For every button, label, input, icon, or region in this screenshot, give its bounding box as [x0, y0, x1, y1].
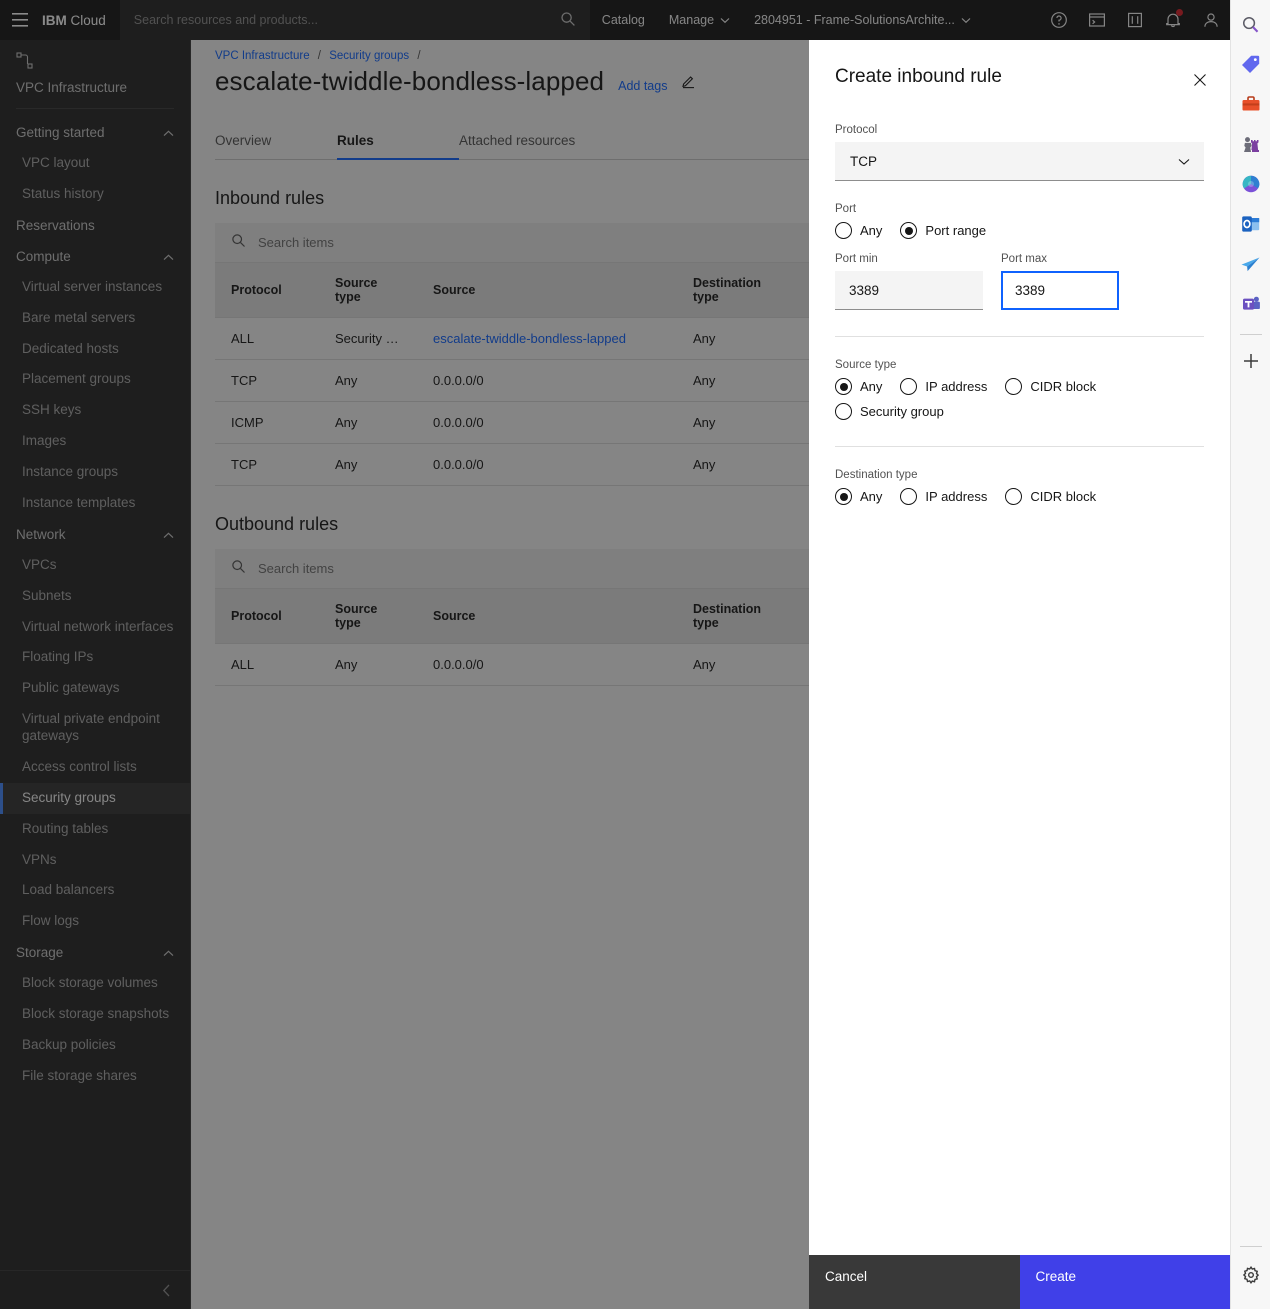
chevron-down-icon [1178, 154, 1190, 169]
panel-body: Protocol TCP Port Any Port range Port min [809, 94, 1230, 1255]
toolbox-icon[interactable] [1235, 88, 1267, 120]
destination-type-radio-group: Any IP address CIDR block [835, 488, 1204, 505]
shopping-tag-icon[interactable] [1235, 48, 1267, 80]
outlook-icon[interactable] [1235, 208, 1267, 240]
source-type-radio-group: Any IP address CIDR block Security group [835, 378, 1204, 420]
source-type-label: Source type [835, 359, 1204, 371]
port-max-input[interactable] [1001, 271, 1119, 310]
radio-label: CIDR block [1030, 489, 1096, 504]
source-type-radio-ip-address[interactable]: IP address [900, 378, 987, 395]
destination-type-group: Destination type Any IP address CIDR block [835, 469, 1204, 505]
protocol-value: TCP [850, 154, 877, 169]
radio-indicator [835, 488, 852, 505]
source-type-group: Source type Any IP address CIDR block Secur… [835, 359, 1204, 420]
destination-type-radio-any[interactable]: Any [835, 488, 882, 505]
cancel-button[interactable]: Cancel [809, 1255, 1020, 1309]
radio-indicator [1005, 378, 1022, 395]
gear-icon[interactable] [1235, 1259, 1267, 1291]
microsoft-365-icon[interactable] [1235, 168, 1267, 200]
microsoft-teams-icon[interactable] [1235, 288, 1267, 320]
port-group: Port Any Port range Port min Port max [835, 203, 1204, 310]
radio-indicator [900, 488, 917, 505]
rail-bottom [1231, 1240, 1270, 1299]
port-label: Port [835, 203, 1204, 215]
send-plane-icon[interactable] [1235, 248, 1267, 280]
radio-indicator [900, 378, 917, 395]
port-min-label: Port min [835, 253, 983, 265]
port-radio-group: Any Port range [835, 222, 1204, 239]
radio-label: IP address [925, 489, 987, 504]
browser-sidebar [1230, 0, 1270, 1309]
panel-divider [835, 446, 1204, 447]
panel-title: Create inbound rule [835, 66, 1002, 88]
protocol-group: Protocol TCP [835, 124, 1204, 181]
port-range-inputs: Port min Port max [835, 253, 1204, 310]
radio-indicator [1005, 488, 1022, 505]
port-radio-any[interactable]: Any [835, 222, 882, 239]
destination-type-radio-ip-address[interactable]: IP address [900, 488, 987, 505]
panel-header: Create inbound rule [809, 40, 1230, 94]
panel-footer: Cancel Create [809, 1255, 1230, 1309]
close-icon[interactable] [1186, 66, 1214, 94]
protocol-label: Protocol [835, 124, 1204, 136]
source-type-radio-cidr-block[interactable]: CIDR block [1005, 378, 1096, 395]
port-radio-port-range[interactable]: Port range [900, 222, 986, 239]
radio-indicator [835, 378, 852, 395]
port-max-col: Port max [1001, 253, 1149, 310]
port-min-input[interactable] [835, 271, 983, 310]
radio-indicator [835, 403, 852, 420]
create-button[interactable]: Create [1020, 1255, 1231, 1309]
port-max-label: Port max [1001, 253, 1149, 265]
radio-label: Port range [925, 223, 986, 238]
radio-indicator [900, 222, 917, 239]
port-min-col: Port min [835, 253, 983, 310]
radio-indicator [835, 222, 852, 239]
rail-divider [1240, 1246, 1262, 1247]
protocol-select[interactable]: TCP [835, 142, 1204, 181]
browser-page: IBM Cloud Catalog Manage 2804951 - Frame… [0, 0, 1270, 1309]
rail-divider [1240, 334, 1262, 335]
destination-type-radio-cidr-block[interactable]: CIDR block [1005, 488, 1096, 505]
panel-divider [835, 336, 1204, 337]
create-inbound-rule-panel: Create inbound rule Protocol TCP Port An… [809, 40, 1230, 1309]
radio-label: CIDR block [1030, 379, 1096, 394]
radio-label: Security group [860, 404, 944, 419]
source-type-radio-security-group[interactable]: Security group [835, 403, 944, 420]
source-type-radio-any[interactable]: Any [835, 378, 882, 395]
add-tool-icon[interactable] [1235, 345, 1267, 377]
radio-label: Any [860, 379, 882, 394]
radio-label: IP address [925, 379, 987, 394]
games-chess-icon[interactable] [1235, 128, 1267, 160]
search-icon[interactable] [1235, 8, 1267, 40]
radio-label: Any [860, 489, 882, 504]
destination-type-label: Destination type [835, 469, 1204, 481]
radio-label: Any [860, 223, 882, 238]
